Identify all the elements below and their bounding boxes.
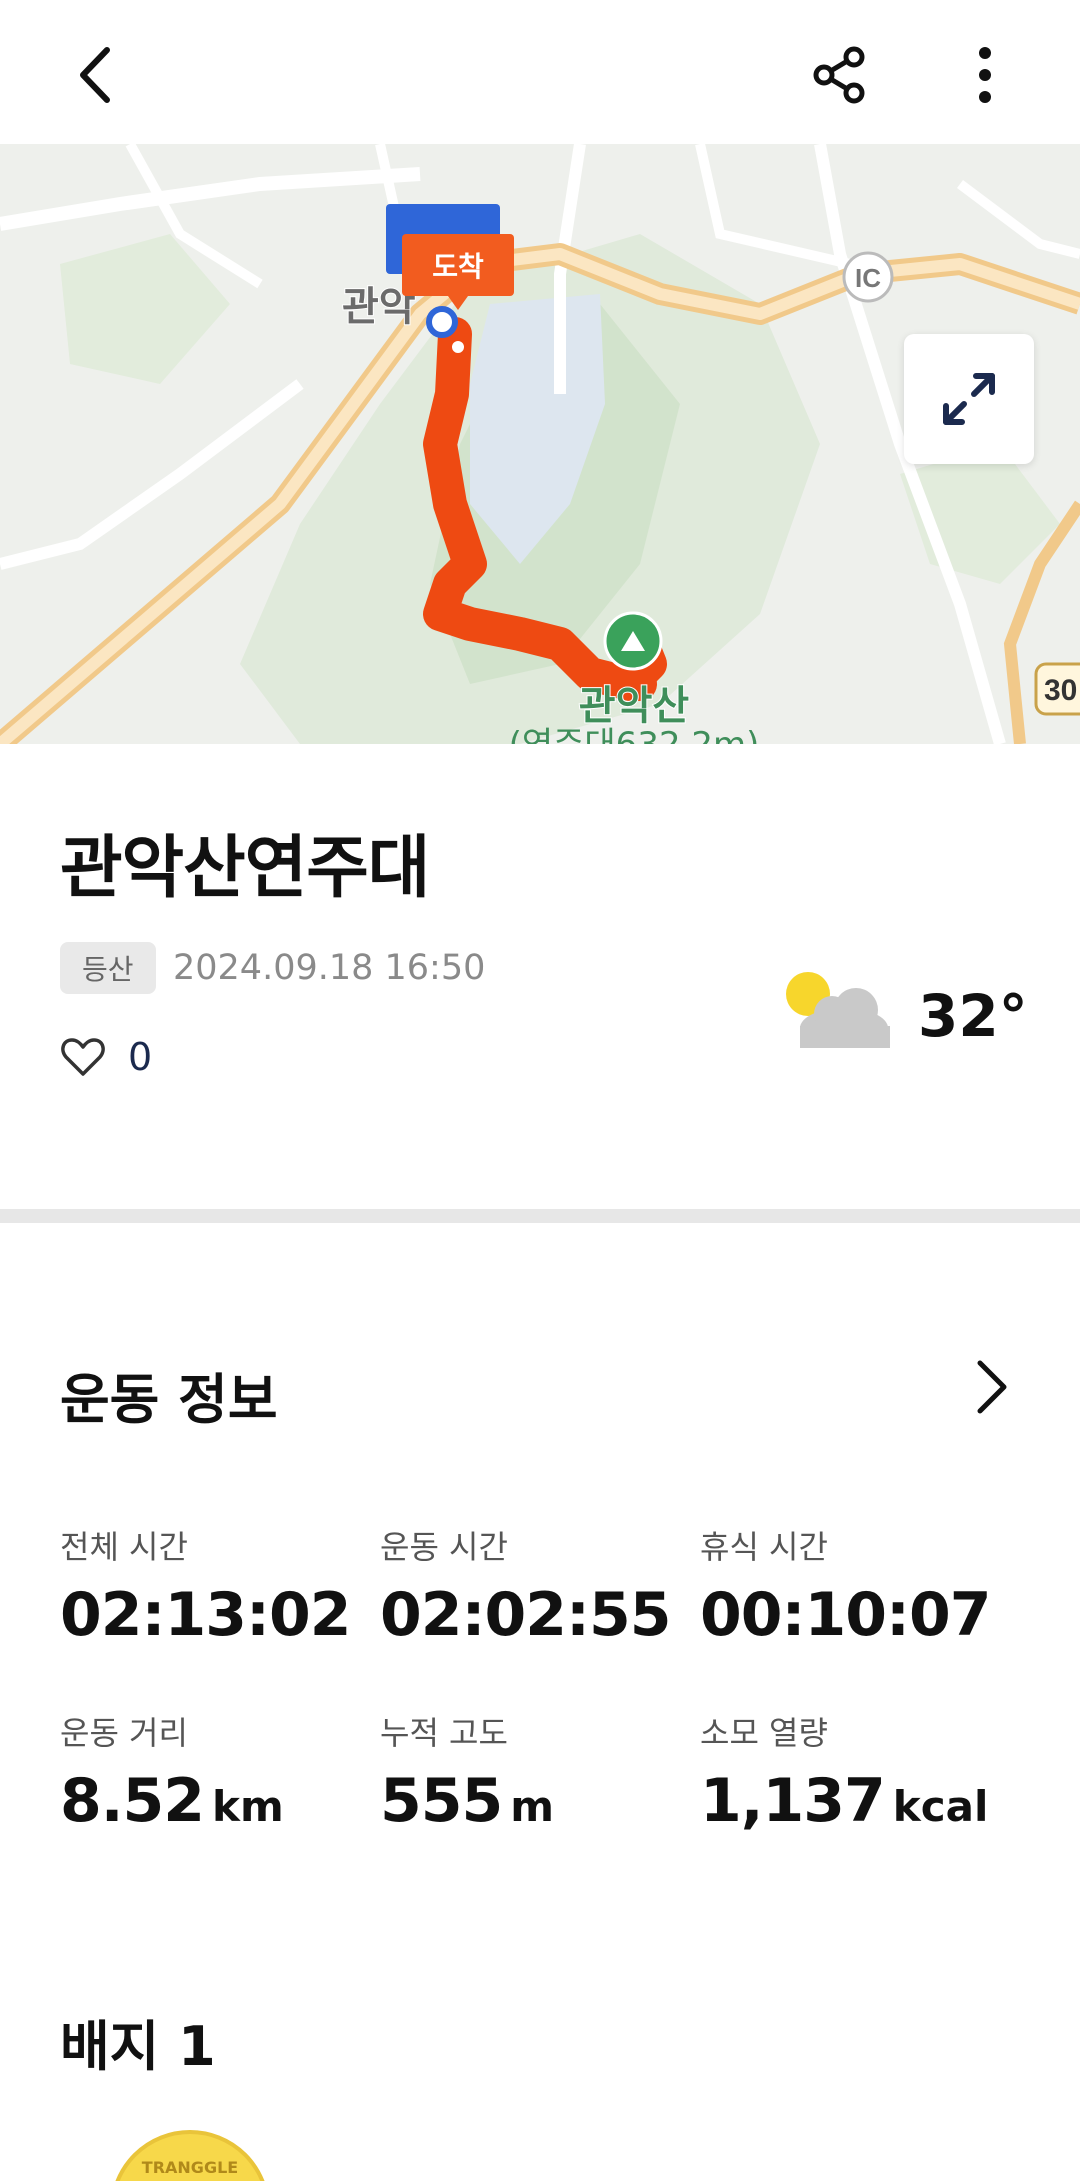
route-number-label: 30 <box>1044 674 1077 707</box>
stat-number: 00:10:07 <box>700 1580 991 1650</box>
arrival-label: 도착 <box>432 250 484 283</box>
stat-value: 02:02:55 <box>380 1580 690 1650</box>
exercise-details-button[interactable] <box>960 1352 1020 1422</box>
badge-item[interactable]: TRANGGLE <box>110 2130 270 2181</box>
stat-unit: kcal <box>892 1782 989 1831</box>
stat-number: 8.52 <box>60 1766 205 1836</box>
exercise-section-title: 운동 정보 <box>60 1368 278 1431</box>
partly-cloudy-icon <box>786 972 890 1048</box>
stat-rest-time: 휴식 시간 00:10:07 <box>700 1522 1010 1650</box>
stat-calories: 소모 열량 1,137 kcal <box>700 1708 1010 1836</box>
stat-value: 00:10:07 <box>700 1580 1010 1650</box>
stat-distance: 운동 거리 8.52 km <box>60 1708 370 1836</box>
stat-label: 운동 시간 <box>380 1528 508 1566</box>
stat-number: 1,137 <box>700 1766 886 1836</box>
stat-label: 운동 거리 <box>60 1714 188 1752</box>
chevron-right-icon <box>977 1360 1007 1414</box>
stat-number: 02:13:02 <box>60 1580 351 1650</box>
stat-label: 누적 고도 <box>380 1714 508 1752</box>
stat-number: 02:02:55 <box>380 1580 671 1650</box>
stat-label: 휴식 시간 <box>700 1528 828 1566</box>
ic-label: IC <box>855 263 881 293</box>
more-vertical-icon <box>979 47 991 103</box>
like-count: 0 <box>128 1035 153 1079</box>
activity-title: 관악산연주대 <box>60 829 430 908</box>
stat-elevation-gain: 누적 고도 555 m <box>380 1708 690 1836</box>
stat-unit: m <box>510 1782 555 1831</box>
expand-icon <box>943 373 995 425</box>
stat-moving-time: 운동 시간 02:02:55 <box>380 1522 690 1650</box>
like-button[interactable]: 0 <box>60 1035 152 1079</box>
peak-sub-label: (연주대632.2m) <box>509 725 760 744</box>
expand-map-button[interactable] <box>904 334 1034 464</box>
more-options-button[interactable] <box>945 30 1025 120</box>
share-icon <box>813 46 865 104</box>
stat-label: 전체 시간 <box>60 1528 188 1566</box>
chevron-left-icon <box>80 47 110 103</box>
back-button[interactable] <box>50 30 140 120</box>
stat-value: 555 m <box>380 1766 690 1836</box>
heart-outline-icon <box>61 1038 105 1076</box>
route-map[interactable]: IC 30 관악 관악산 (연주대632.2m) 도착 <box>0 144 1080 744</box>
activity-type-tag: 등산 <box>60 942 156 994</box>
top-bar <box>0 0 1080 144</box>
temperature: 32° <box>918 982 1028 1050</box>
stat-number: 555 <box>380 1766 503 1836</box>
share-button[interactable] <box>800 30 880 120</box>
section-divider <box>0 1209 1080 1223</box>
arrival-dot <box>448 337 468 357</box>
stat-value: 8.52 km <box>60 1766 370 1836</box>
badge-label: TRANGGLE <box>141 2158 239 2177</box>
start-marker <box>426 306 458 338</box>
peak-label: 관악산 <box>579 683 690 729</box>
stat-unit: km <box>212 1782 284 1831</box>
stat-total-time: 전체 시간 02:13:02 <box>60 1522 370 1650</box>
activity-datetime: 2024.09.18 16:50 <box>173 948 486 988</box>
badge-section-title: 배지 1 <box>60 2015 216 2078</box>
stat-value: 1,137 kcal <box>700 1766 1010 1836</box>
stat-label: 소모 열량 <box>700 1714 828 1752</box>
stat-value: 02:13:02 <box>60 1580 370 1650</box>
